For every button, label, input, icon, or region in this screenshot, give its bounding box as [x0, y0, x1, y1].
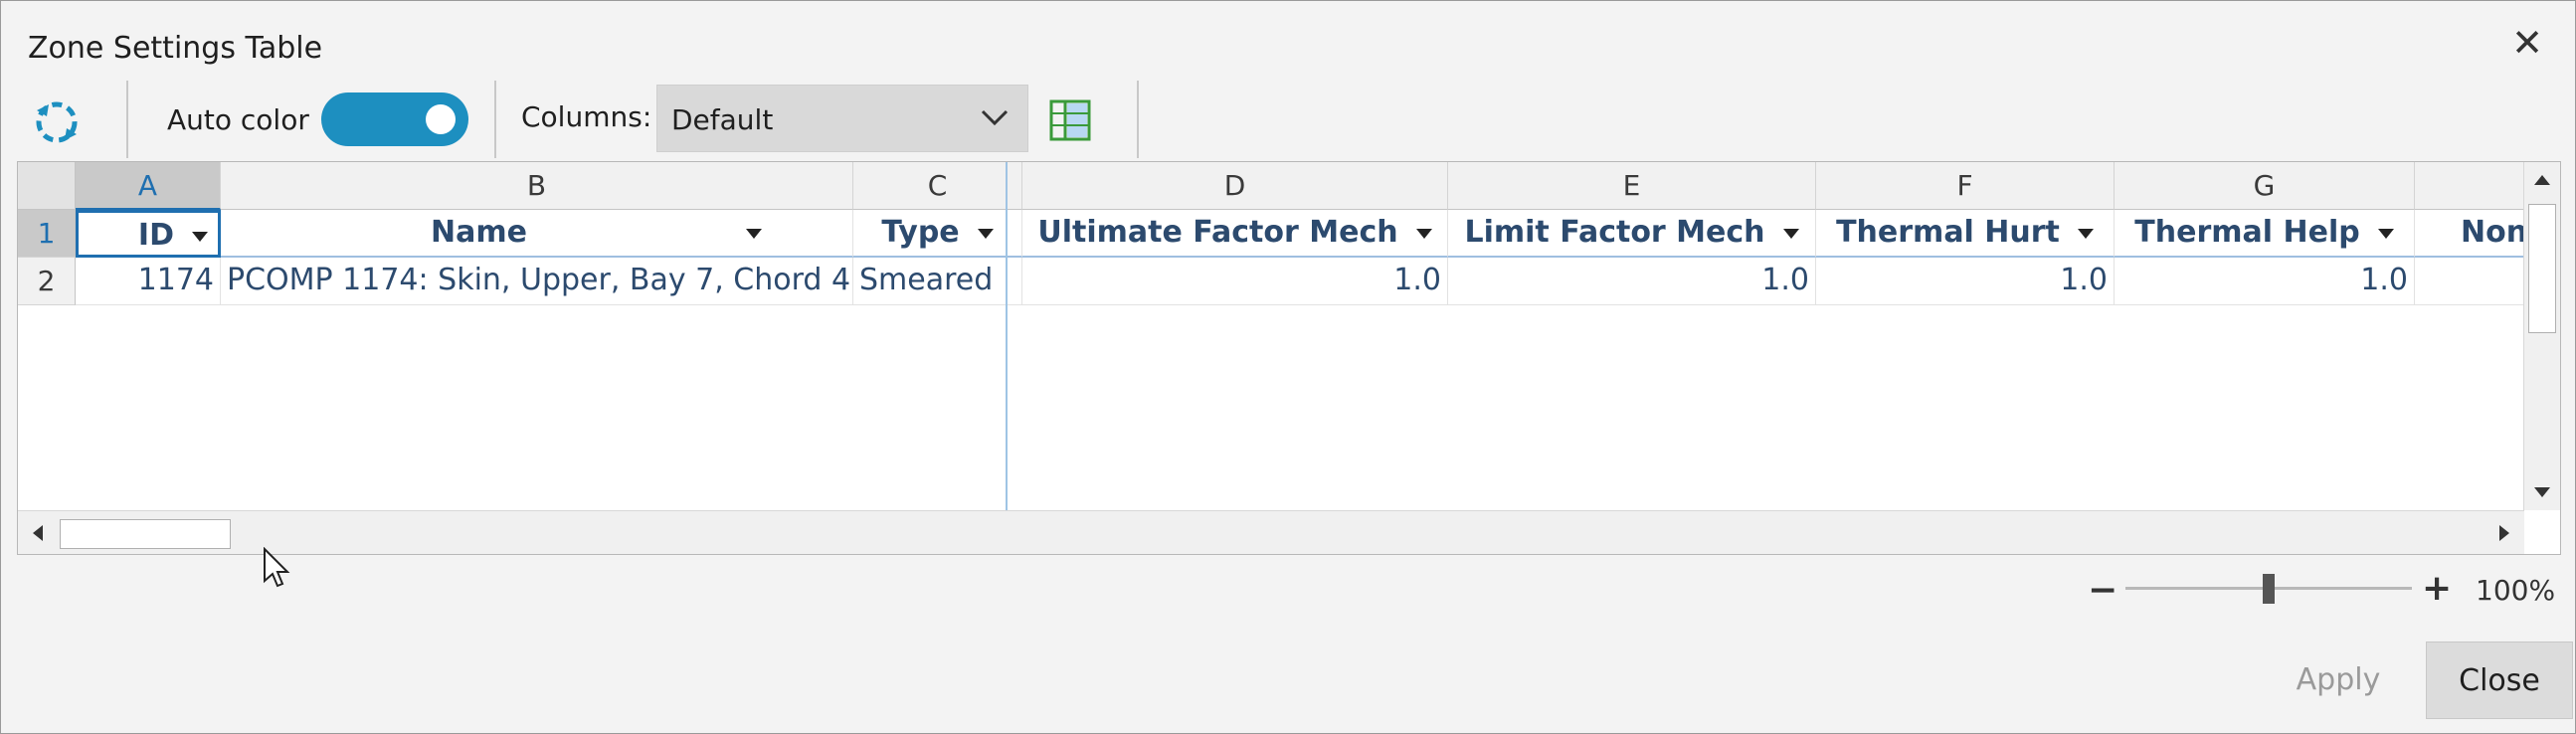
column-header-a[interactable]: A: [76, 162, 221, 210]
close-button[interactable]: Close: [2426, 642, 2573, 719]
columns-label: Columns:: [521, 100, 652, 133]
filter-dropdown-icon[interactable]: [2377, 228, 2394, 239]
close-icon[interactable]: ✕: [2507, 23, 2547, 63]
row-header-1[interactable]: 1: [18, 210, 76, 258]
cell-id[interactable]: 1174: [76, 258, 221, 305]
header-cell-limit-factor-mech[interactable]: Limit Factor Mech: [1448, 210, 1816, 258]
header-cell-id[interactable]: ID: [76, 210, 221, 258]
auto-color-toggle[interactable]: [321, 92, 468, 146]
scroll-down-icon[interactable]: [2528, 478, 2556, 506]
vertical-scroll-thumb[interactable]: [2528, 204, 2556, 333]
mouse-cursor-icon: [264, 547, 290, 588]
toolbar-separator: [126, 81, 128, 158]
header-thermal-help-label: Thermal Help: [2134, 215, 2360, 250]
zoom-level: 100%: [2476, 574, 2556, 607]
header-cell-thermal-help[interactable]: Thermal Help: [2115, 210, 2415, 258]
column-header-h[interactable]: [2415, 162, 2524, 210]
header-name-label: Name: [431, 215, 527, 250]
zoom-in-button[interactable]: +: [2422, 568, 2452, 609]
header-cell-thermal-hurt[interactable]: Thermal Hurt: [1816, 210, 2115, 258]
filter-dropdown-icon[interactable]: [192, 231, 208, 242]
cell-ultimate-factor-mech[interactable]: 1.0: [1022, 258, 1448, 305]
apply-button[interactable]: Apply: [2277, 642, 2400, 719]
scroll-right-icon[interactable]: [2490, 519, 2518, 547]
scroll-up-icon[interactable]: [2528, 166, 2556, 194]
filter-dropdown-icon[interactable]: [1782, 228, 1799, 239]
columns-select-value: Default: [671, 103, 774, 136]
cell-thermal-help[interactable]: 1.0: [2115, 258, 2415, 305]
filter-dropdown-icon[interactable]: [1415, 228, 1432, 239]
cell-type[interactable]: Smeared: [853, 258, 1022, 305]
zone-settings-dialog: Zone Settings Table ✕ Auto color Columns…: [0, 0, 2576, 734]
vertical-scrollbar[interactable]: [2523, 162, 2560, 510]
header-non-label: Non: [2461, 215, 2524, 250]
header-cell-type[interactable]: Type: [853, 210, 1022, 258]
toggle-knob: [426, 104, 456, 134]
cell-thermal-hurt[interactable]: 1.0: [1816, 258, 2115, 305]
cell-name[interactable]: PCOMP 1174: Skin, Upper, Bay 7, Chord 4: [221, 258, 853, 305]
zone-settings-spreadsheet[interactable]: A B C D E F G 1 2 ID Name Type Ultimate …: [17, 161, 2561, 555]
horizontal-scroll-thumb[interactable]: [60, 519, 231, 549]
header-thermal-hurt-label: Thermal Hurt: [1836, 215, 2060, 250]
column-header-g[interactable]: G: [2115, 162, 2415, 210]
column-header-c[interactable]: C: [853, 162, 1022, 210]
header-cell-name[interactable]: Name: [221, 210, 853, 258]
scroll-left-icon[interactable]: [24, 519, 52, 547]
column-header-e[interactable]: E: [1448, 162, 1816, 210]
toolbar-separator: [1137, 81, 1139, 158]
header-cell-ultimate-factor-mech[interactable]: Ultimate Factor Mech: [1022, 210, 1448, 258]
zoom-out-button[interactable]: −: [2088, 570, 2117, 611]
column-header-f[interactable]: F: [1816, 162, 2115, 210]
column-layout-icon[interactable]: [1047, 97, 1093, 143]
dialog-title: Zone Settings Table: [28, 31, 323, 66]
chevron-down-icon: [981, 109, 1009, 126]
header-limit-label: Limit Factor Mech: [1464, 215, 1765, 250]
cell-non[interactable]: [2415, 258, 2524, 305]
zoom-slider-thumb[interactable]: [2263, 574, 2275, 604]
cell-limit-factor-mech[interactable]: 1.0: [1448, 258, 1816, 305]
column-header-d[interactable]: D: [1022, 162, 1448, 210]
filter-dropdown-icon[interactable]: [977, 228, 994, 239]
select-all-corner[interactable]: [18, 162, 76, 210]
refresh-icon[interactable]: [29, 94, 85, 150]
filter-dropdown-icon[interactable]: [2077, 228, 2094, 239]
column-header-b[interactable]: B: [221, 162, 853, 210]
auto-color-label: Auto color: [167, 103, 309, 136]
row-header-2[interactable]: 2: [18, 258, 76, 305]
header-id-label: ID: [137, 218, 174, 253]
header-type-label: Type: [881, 215, 960, 250]
header-ultimate-label: Ultimate Factor Mech: [1037, 215, 1398, 250]
header-cell-non[interactable]: Non: [2415, 210, 2524, 258]
frozen-column-divider: [1006, 162, 1008, 510]
filter-dropdown-icon[interactable]: [745, 228, 762, 239]
columns-select[interactable]: Default: [656, 85, 1028, 152]
toolbar-separator: [494, 81, 496, 158]
horizontal-scrollbar[interactable]: [18, 510, 2524, 554]
